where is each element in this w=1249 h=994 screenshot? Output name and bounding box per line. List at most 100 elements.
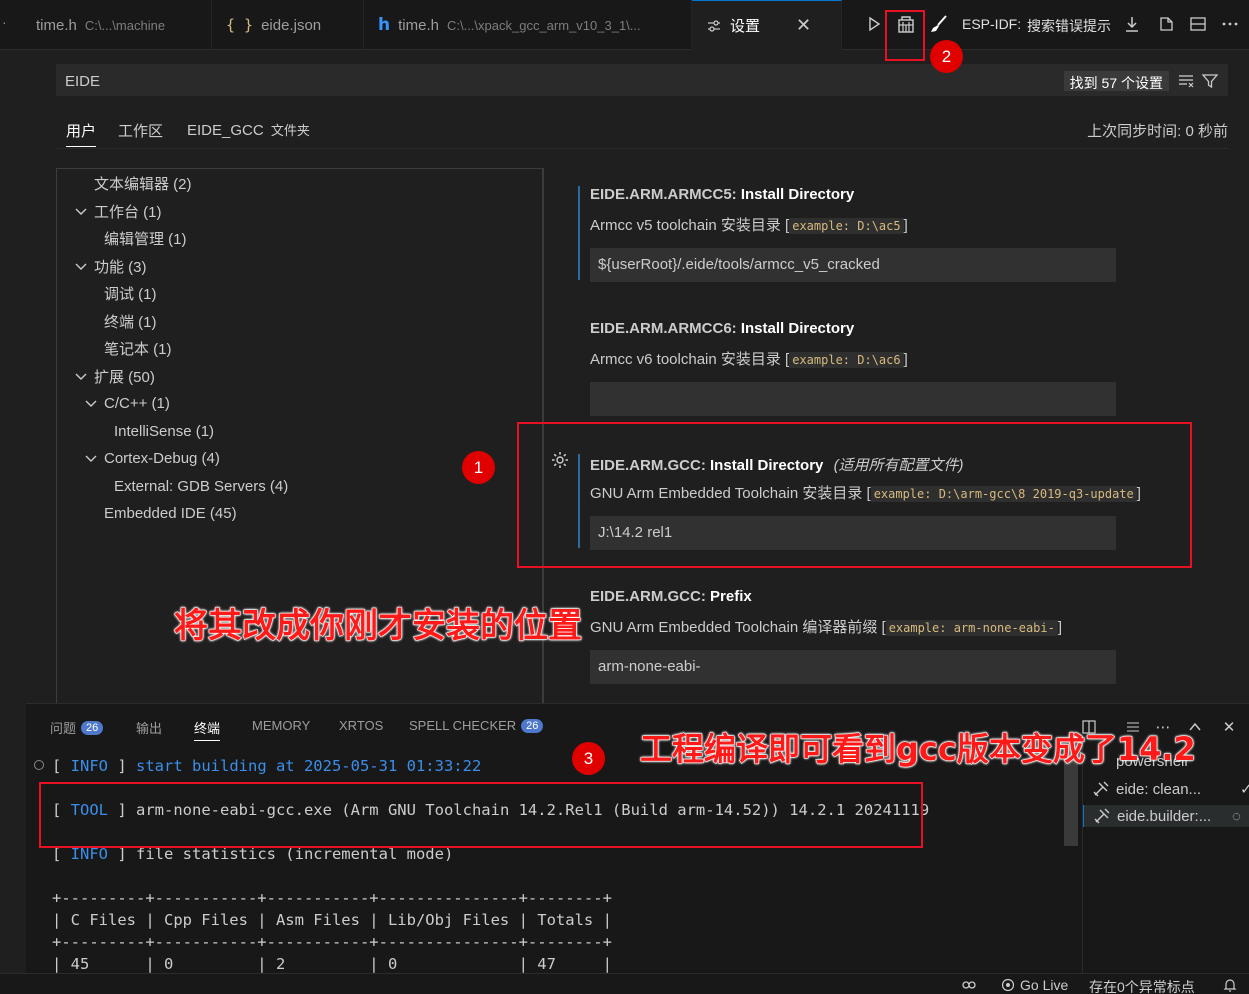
setting-category: EIDE.ARM.ARMCC6: xyxy=(590,320,737,337)
command-decoration-icon xyxy=(34,760,44,770)
status-bar: Go Live 存在0个异常标点 xyxy=(0,973,1249,994)
annotation-callout-install-location: 将其改成你刚才安装的位置 xyxy=(174,606,583,647)
toc-item-terminal[interactable]: 终端 (1) xyxy=(104,310,157,332)
toc-label: 笔记本 (1) xyxy=(104,340,172,358)
tab-time-h-xpack[interactable]: h time.h C:\...\xpack_gcc_arm_v10_3_1\..… xyxy=(364,0,692,50)
terminal-list-item-eide-builder[interactable]: eide.builder:... ◌ xyxy=(1083,805,1249,827)
gcc-prefix-input[interactable]: arm-none-eabi- xyxy=(590,650,1116,684)
modified-indicator xyxy=(578,186,580,280)
toc-item-cortex-debug[interactable]: Cortex-Debug (4) xyxy=(84,447,220,469)
tab-label: 输出 xyxy=(136,721,163,736)
desc-text: Armcc v6 toolchain 安装目录 xyxy=(590,351,781,368)
stats-table-border: +---------+-----------+-----------+-----… xyxy=(52,889,612,907)
toc-label: 扩展 (50) xyxy=(94,368,155,386)
panel-tab-xrtos[interactable]: XRTOS xyxy=(339,718,383,733)
split-editor-icon[interactable] xyxy=(1187,13,1209,35)
toc-item-debug[interactable]: 调试 (1) xyxy=(104,282,157,304)
toc-item-editor-management[interactable]: 编辑管理 (1) xyxy=(104,227,187,249)
armcc5-dir-input[interactable]: ${userRoot}/.eide/tools/armcc_v5_cracked xyxy=(590,248,1116,282)
toc-label: 文本编辑器 (2) xyxy=(94,175,192,193)
go-live-label: Go Live xyxy=(1020,977,1069,993)
go-live-button[interactable]: Go Live xyxy=(1000,977,1068,993)
clean-brush-icon[interactable] xyxy=(928,13,950,35)
more-actions-icon[interactable] xyxy=(1219,13,1241,35)
toc-label: 终端 (1) xyxy=(104,313,157,331)
toc-label: 工作台 (1) xyxy=(94,203,162,221)
panel-tab-spell-checker[interactable]: SPELL CHECKER 26 xyxy=(409,718,544,733)
chevron-down-icon xyxy=(75,263,87,270)
run-icon[interactable] xyxy=(863,13,885,35)
toc-label: 功能 (3) xyxy=(94,258,147,276)
filter-icon[interactable] xyxy=(1201,72,1219,90)
folder-suffix: 文件夹 xyxy=(270,123,310,138)
toc-item-intellisense[interactable]: IntelliSense (1) xyxy=(114,420,214,442)
clear-filter-list-icon[interactable] xyxy=(1177,72,1195,90)
loading-icon: ◌ xyxy=(1232,807,1241,825)
broadcast-icon xyxy=(1001,978,1015,992)
panel-tab-memory[interactable]: MEMORY xyxy=(252,718,310,733)
settings-search-input[interactable]: EIDE 找到 57 个设置 xyxy=(56,64,1228,96)
panel-tab-terminal[interactable]: 终端 xyxy=(194,718,221,741)
desc-text: GNU Arm Embedded Toolchain 编译器前缀 xyxy=(590,619,878,636)
copilot-icon[interactable] xyxy=(960,977,978,993)
toc-label: External: GDB Servers (4) xyxy=(114,477,289,495)
terminal-list-divider xyxy=(1082,740,1083,974)
scope-tab-workspace[interactable]: 工作区 xyxy=(118,120,163,141)
panel-tab-output[interactable]: 输出 xyxy=(136,718,162,737)
tab-label: 问题 xyxy=(50,721,77,736)
annotation-box-gcc-setting xyxy=(517,422,1192,568)
tab-label: 终端 xyxy=(194,721,221,736)
panel-tab-problems[interactable]: 问题 26 xyxy=(50,718,104,737)
armcc6-dir-input[interactable] xyxy=(590,382,1116,416)
tab-label: time.h xyxy=(398,16,439,34)
close-panel-icon[interactable]: ✕ xyxy=(1220,718,1238,736)
bracket: [ xyxy=(52,757,71,775)
tab-label: MEMORY xyxy=(252,718,311,733)
tab-time-h-machine[interactable]: time.h C:\...\machine xyxy=(22,0,212,50)
search-result-count: 找到 57 个设置 xyxy=(1063,71,1169,91)
toc-item-extensions[interactable]: 扩展 (50) xyxy=(74,365,155,387)
setting-armcc6-install-dir: EIDE.ARM.ARMCC6: Install Directory Armcc… xyxy=(578,320,1158,420)
search-error-hint-button[interactable]: 搜索错误提示 xyxy=(1027,16,1111,36)
tab-label: time.h xyxy=(36,16,77,34)
toc-label: IntelliSense (1) xyxy=(114,422,215,440)
tab-label: SPELL CHECKER xyxy=(409,718,517,733)
stats-table-border: +---------+-----------+-----------+-----… xyxy=(52,933,612,951)
c-header-icon: h xyxy=(378,15,391,35)
download-icon[interactable] xyxy=(1121,13,1143,35)
open-file-icon[interactable] xyxy=(1155,13,1177,35)
toc-item-cpp[interactable]: C/C++ (1) xyxy=(84,392,170,414)
setting-title: EIDE.ARM.GCC: Prefix xyxy=(590,588,752,605)
scope-tab-user[interactable]: 用户 xyxy=(66,120,97,147)
tab-eide-json[interactable]: { } eide.json xyxy=(212,0,364,50)
toc-label: Cortex-Debug (4) xyxy=(104,449,220,467)
tab-path: C:\...\machine xyxy=(84,17,166,33)
log-level: INFO xyxy=(70,757,108,775)
tab-path: C:\...\xpack_gcc_arm_v10_3_1\... xyxy=(446,17,641,33)
toc-item-notebook[interactable]: 笔记本 (1) xyxy=(104,337,172,359)
esp-idf-label: ESP-IDF: xyxy=(962,16,1022,32)
toc-item-embedded-ide[interactable]: Embedded IDE (45) xyxy=(104,502,237,524)
notifications-bell-icon[interactable] xyxy=(1222,977,1238,993)
desc-example: example: D:\ac5 xyxy=(789,218,904,234)
toc-item-workbench[interactable]: 工作台 (1) xyxy=(74,200,162,222)
json-icon: { } xyxy=(226,16,254,34)
setting-title: EIDE.ARM.ARMCC5: Install Directory xyxy=(590,186,854,203)
editor-tab-bar: · time.h C:\...\machine { } eide.json h … xyxy=(0,0,1249,50)
setting-name: Install Directory xyxy=(740,186,855,203)
terminal-line-start-building: [ INFO ] start building at 2025-05-31 01… xyxy=(52,757,481,775)
scope-tab-folder[interactable]: EIDE_GCC 文件夹 xyxy=(187,120,310,139)
terminal-list-item-eide-clean[interactable]: eide: clean... ✓ xyxy=(1092,778,1249,800)
tab-label: 设置 xyxy=(730,18,761,35)
tab-settings[interactable]: 设置 ✕ xyxy=(692,0,842,50)
setting-name: Prefix xyxy=(710,588,752,605)
toc-item-gdb-servers[interactable]: External: GDB Servers (4) xyxy=(114,475,288,497)
desc-example: example: D:\ac6 xyxy=(789,352,904,368)
close-icon[interactable]: ✕ xyxy=(796,15,811,36)
desc-example: example: arm-none-eabi- xyxy=(885,620,1058,636)
toc-item-text-editor[interactable]: 文本编辑器 (2) xyxy=(94,172,192,194)
toc-item-features[interactable]: 功能 (3) xyxy=(74,255,147,277)
chevron-down-icon xyxy=(85,455,97,462)
annotation-badge-1: 1 xyxy=(462,451,495,484)
punctuation-check-status[interactable]: 存在0个异常标点 xyxy=(1089,977,1195,994)
